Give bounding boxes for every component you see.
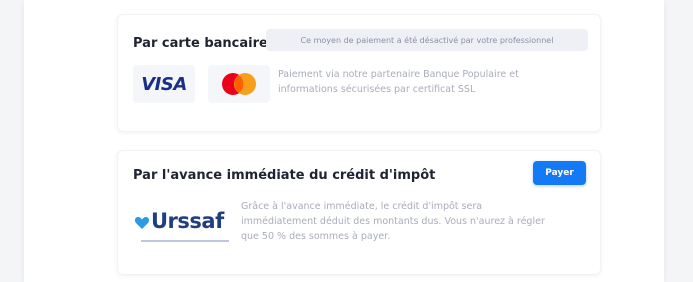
card-payment-description: Paiement via notre partenaire Banque Pop…: [278, 69, 519, 95]
card-payment-section: Par carte bancaire Ce moyen de paiement …: [117, 14, 601, 132]
tax-credit-title: Par l'avance immédiate du crédit d'impôt: [133, 168, 436, 183]
pay-button[interactable]: Payer: [533, 161, 586, 185]
urssaf-tagline: [141, 240, 229, 242]
urssaf-heart-icon: [134, 217, 150, 229]
mastercard-icon: [222, 73, 256, 95]
card-disabled-notice: Ce moyen de paiement a été désactivé par…: [266, 29, 588, 51]
card-payment-title: Par carte bancaire: [133, 36, 268, 51]
tax-credit-section: Par l'avance immédiate du crédit d'impôt…: [117, 150, 601, 275]
visa-logo-text: VISA: [141, 73, 187, 95]
urssaf-logo-text: Urssaf: [151, 209, 224, 233]
mastercard-logo: [208, 65, 270, 103]
visa-logo: VISA: [133, 65, 195, 103]
tax-credit-description: Grâce à l'avance immédiate, le crédit d'…: [241, 201, 545, 242]
urssaf-logo: Urssaf: [134, 207, 234, 247]
